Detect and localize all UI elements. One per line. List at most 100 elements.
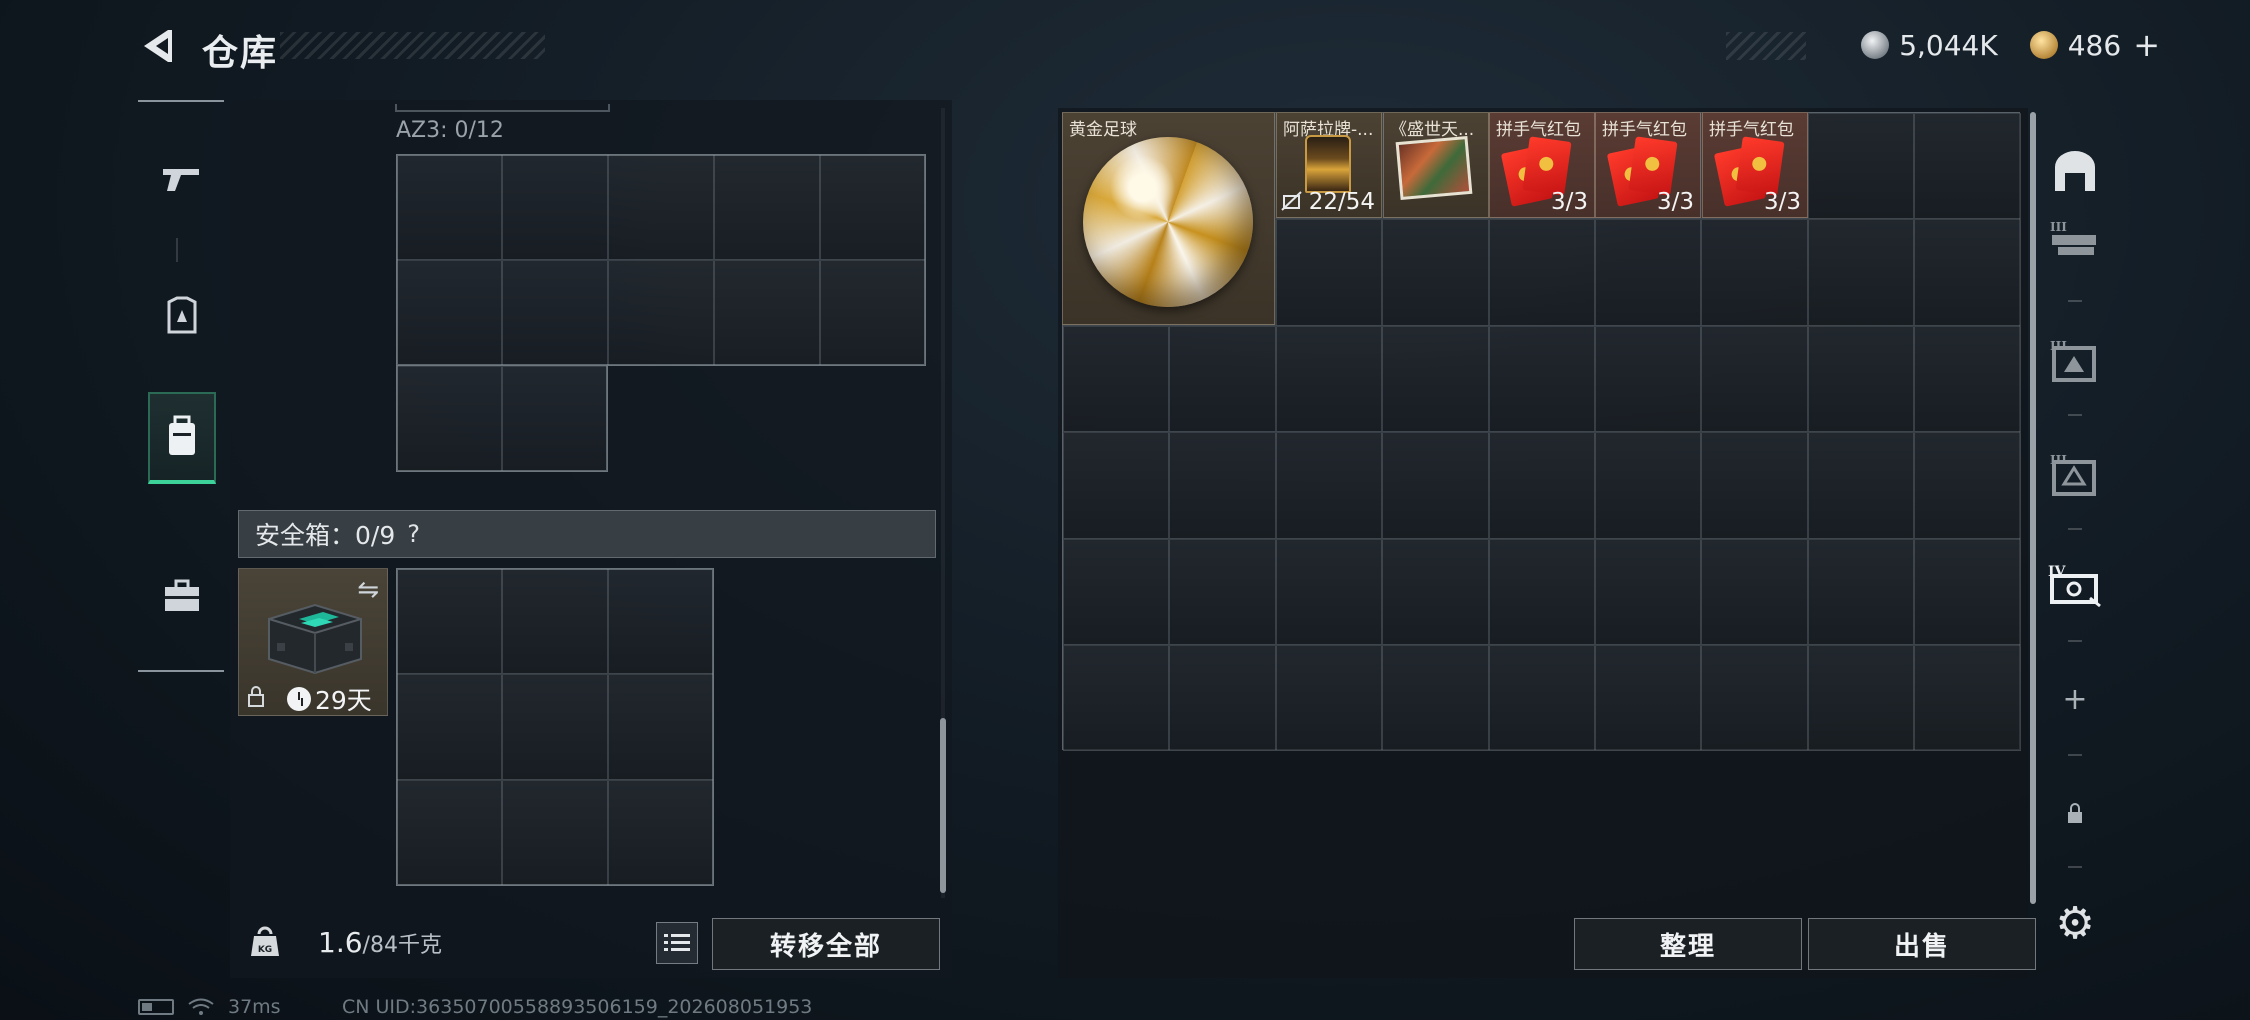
grid-cell[interactable]	[1914, 113, 2021, 220]
help-icon[interactable]: ?	[407, 520, 420, 548]
grid-cell[interactable]	[502, 366, 608, 472]
grid-cell[interactable]	[1382, 645, 1489, 752]
grid-cell[interactable]	[1063, 538, 1170, 645]
stash-item-red-envelope[interactable]: 拼手气红包 3/3	[1489, 112, 1595, 218]
rail-item-armor[interactable]	[148, 270, 216, 362]
grid-cell[interactable]	[1488, 538, 1595, 645]
grid-cell[interactable]	[502, 674, 608, 780]
grid-cell[interactable]	[502, 568, 608, 674]
grid-cell[interactable]	[1701, 538, 1808, 645]
grid-cell[interactable]	[1595, 538, 1702, 645]
grid-cell[interactable]	[608, 674, 714, 780]
locked-page[interactable]	[2040, 758, 2110, 868]
grid-cell[interactable]	[396, 780, 502, 886]
grid-cell[interactable]	[1488, 219, 1595, 326]
grid-cell[interactable]	[820, 154, 926, 260]
grid-cell[interactable]	[608, 780, 714, 886]
grid-cell[interactable]	[1275, 645, 1383, 752]
settings-button[interactable]: ⚙	[2040, 868, 2110, 978]
stash-item-red-envelope[interactable]: 拼手气红包 3/3	[1702, 112, 1808, 218]
grid-cell[interactable]	[1275, 432, 1383, 539]
grid-cell[interactable]	[1914, 432, 2021, 539]
stash-page-tier3-c[interactable]: III	[2040, 420, 2110, 530]
grid-cell[interactable]	[608, 260, 714, 366]
grid-cell[interactable]	[396, 568, 502, 674]
grid-cell[interactable]	[396, 674, 502, 780]
grid-cell[interactable]	[1169, 432, 1276, 539]
grid-cell[interactable]	[1382, 432, 1489, 539]
grid-cell[interactable]	[1169, 538, 1276, 645]
grid-cell[interactable]	[1488, 645, 1595, 752]
grid-cell[interactable]	[1063, 325, 1170, 433]
grid-cell[interactable]	[1807, 645, 1915, 752]
grid-cell[interactable]	[1807, 325, 1915, 433]
grid-cell[interactable]	[1595, 219, 1702, 326]
lock-icon	[248, 686, 264, 707]
stash-item-album[interactable]: 《盛世天...	[1383, 112, 1489, 218]
grid-cell[interactable]	[1488, 325, 1595, 433]
grid-cell[interactable]	[1595, 645, 1702, 752]
grid-cell[interactable]	[1169, 645, 1276, 752]
grid-cell[interactable]	[1701, 325, 1808, 433]
grid-cell[interactable]	[1807, 538, 1915, 645]
rail-item-backpack[interactable]	[148, 392, 216, 484]
transfer-all-button[interactable]: 转移全部	[712, 918, 940, 970]
grid-cell[interactable]	[1914, 219, 2021, 326]
stash-item-card[interactable]: 阿萨拉牌-... 22/54	[1276, 112, 1382, 218]
grid-cell[interactable]	[1275, 538, 1383, 645]
grid-cell[interactable]	[1807, 219, 1915, 326]
grid-cell[interactable]	[1382, 325, 1489, 433]
grid-cell[interactable]	[1701, 432, 1808, 539]
grid-cell[interactable]	[714, 260, 820, 366]
grid-cell[interactable]	[1063, 645, 1170, 752]
grid-cell[interactable]	[1701, 219, 1808, 326]
add-currency-button[interactable]: +	[2133, 26, 2160, 64]
grid-cell[interactable]	[1382, 219, 1489, 326]
inventory-scrollbar[interactable]	[940, 718, 946, 893]
grid-cell[interactable]	[1914, 538, 2021, 645]
grid-cell[interactable]	[1595, 432, 1702, 539]
grid-cell[interactable]	[820, 260, 926, 366]
grid-cell[interactable]	[1275, 325, 1383, 433]
grid-cell[interactable]	[1914, 325, 2021, 433]
sell-button[interactable]: 出售	[1808, 918, 2036, 970]
grid-cell[interactable]	[1382, 538, 1489, 645]
grid-cell[interactable]	[1807, 432, 1915, 539]
item-name: 黄金足球	[1069, 120, 1137, 140]
sort-button[interactable]: 整理	[1574, 918, 1802, 970]
grid-cell[interactable]	[1488, 432, 1595, 539]
stash-page-tier4[interactable]: IV	[2040, 530, 2110, 640]
list-view-button[interactable]	[656, 922, 698, 964]
grid-cell[interactable]	[502, 260, 608, 366]
stash-page-tier3-b[interactable]: III	[2040, 306, 2110, 416]
add-page-button[interactable]: +	[2040, 644, 2110, 754]
grid-cell[interactable]	[608, 154, 714, 260]
rail-separator	[2068, 300, 2082, 302]
stash-scrollbar[interactable]	[2030, 112, 2036, 904]
stash-item-golden-ball[interactable]: 黄金足球	[1062, 112, 1275, 325]
grid-cell[interactable]	[502, 154, 608, 260]
safe-box-item[interactable]: ⇋ 29天	[238, 568, 388, 716]
grid-cell[interactable]	[1701, 645, 1808, 752]
az3-capacity-label: AZ3: 0/12	[396, 118, 504, 143]
grid-cell[interactable]	[1169, 325, 1276, 433]
grid-cell[interactable]	[1595, 325, 1702, 433]
grid-cell[interactable]	[1063, 432, 1170, 539]
rail-item-tools[interactable]	[148, 550, 216, 642]
item-name: 拼手气红包	[1496, 120, 1581, 140]
back-arrow-icon[interactable]	[138, 26, 178, 66]
grid-cell[interactable]	[608, 568, 714, 674]
grid-cell[interactable]	[714, 154, 820, 260]
stash-item-red-envelope[interactable]: 拼手气红包 3/3	[1595, 112, 1701, 218]
grid-cell[interactable]	[502, 780, 608, 886]
grid-cell[interactable]	[1275, 219, 1383, 326]
previous-container-edge	[395, 104, 610, 112]
stash-page-tier3-a[interactable]: III	[2040, 190, 2110, 290]
rail-item-weapons[interactable]	[148, 132, 216, 224]
rail-bottom-divider	[138, 670, 224, 672]
grid-cell[interactable]	[396, 154, 502, 260]
grid-cell[interactable]	[1807, 113, 1915, 220]
grid-cell[interactable]	[1914, 645, 2021, 752]
grid-cell[interactable]	[396, 260, 502, 366]
grid-cell[interactable]	[396, 366, 502, 472]
